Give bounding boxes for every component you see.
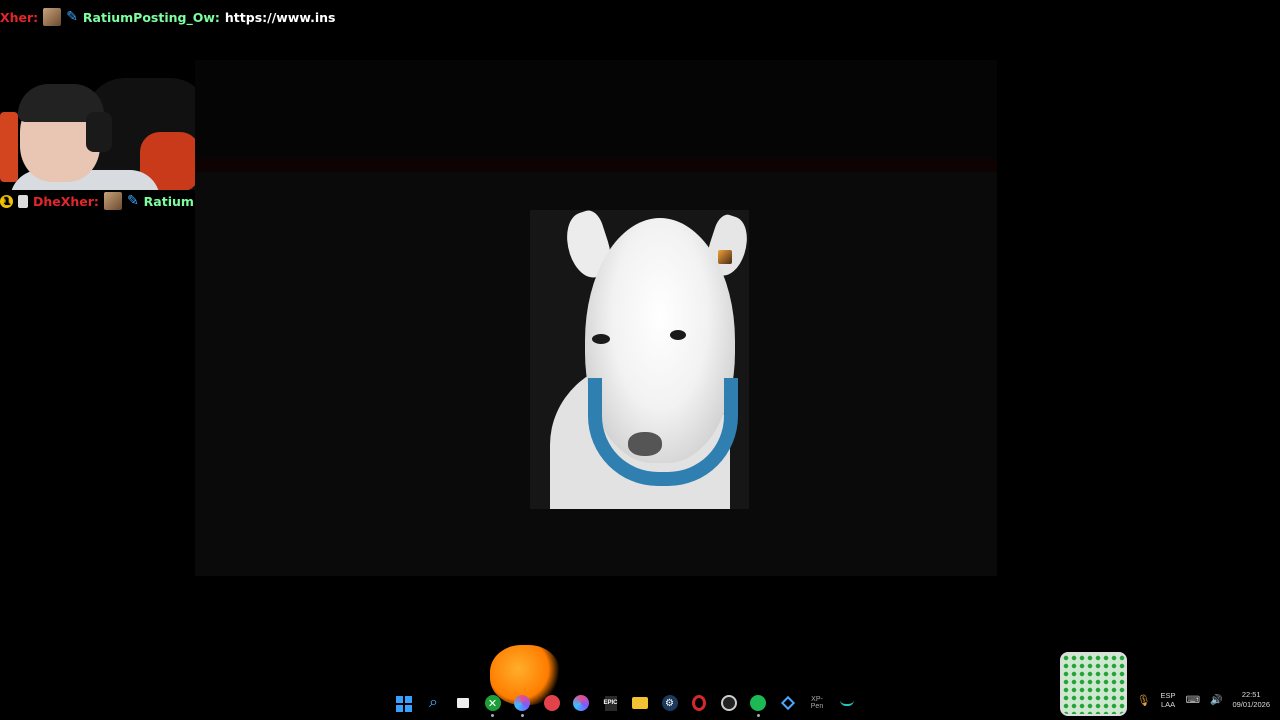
emote-icon bbox=[43, 8, 62, 26]
browser-header bbox=[195, 60, 997, 158]
dog-eye bbox=[670, 330, 686, 340]
pencil-badge-icon: ✎ bbox=[66, 9, 78, 25]
search-icon[interactable]: ⌕ bbox=[423, 692, 445, 714]
spotify-icon[interactable] bbox=[747, 692, 769, 714]
language-indicator[interactable]: ESP LAA bbox=[1161, 691, 1176, 709]
network-icon[interactable]: ⌨ bbox=[1186, 695, 1200, 706]
epic-label: EPIC bbox=[604, 695, 618, 711]
chat-username: RatiumPosting_Ow: bbox=[82, 9, 220, 25]
headset bbox=[86, 112, 112, 152]
keyboard-layout: LAA bbox=[1160, 700, 1176, 709]
obs-icon[interactable] bbox=[718, 692, 740, 714]
clock-date: 09/01/2026 bbox=[1232, 700, 1270, 709]
phone-badge-icon bbox=[18, 194, 28, 208]
steam-icon[interactable]: ⚙ bbox=[659, 692, 681, 714]
xp-pen-icon[interactable]: XP-Pen bbox=[806, 692, 828, 714]
chat-message-text: https://www.ins bbox=[224, 9, 336, 25]
active-indicator bbox=[491, 714, 494, 717]
start-icon[interactable] bbox=[393, 692, 415, 714]
chat-username: Xher: bbox=[0, 9, 39, 25]
browser-toolbar bbox=[195, 158, 997, 172]
file-explorer-icon[interactable] bbox=[629, 692, 651, 714]
chat-username: DheXher: bbox=[33, 193, 99, 209]
active-indicator bbox=[520, 714, 524, 717]
pink-app-icon[interactable] bbox=[570, 692, 592, 714]
emote-icon bbox=[103, 192, 122, 210]
dog-image[interactable] bbox=[530, 210, 749, 509]
wave-app-icon[interactable] bbox=[836, 692, 858, 714]
pencil-badge-icon: ✎ bbox=[126, 193, 139, 209]
taskbar: ⌕ ✕ EPIC ⚙ XP-Pen 🎙 ESP LAA ⌨ 🔊 22:51 09… bbox=[0, 688, 1280, 720]
language-code: ESP bbox=[1160, 691, 1176, 700]
taskbar-apps: ⌕ ✕ EPIC ⚙ XP-Pen bbox=[393, 692, 858, 717]
active-indicator bbox=[756, 714, 760, 717]
epic-games-icon[interactable]: EPIC bbox=[600, 692, 622, 714]
sub-badge-icon: 1 bbox=[0, 194, 13, 208]
opera-icon[interactable] bbox=[688, 692, 710, 714]
dog-nose bbox=[628, 432, 662, 456]
clock-time: 22:51 bbox=[1241, 690, 1261, 699]
diamond-app-icon[interactable] bbox=[777, 692, 799, 714]
task-view-icon[interactable] bbox=[452, 692, 474, 714]
xbox-icon[interactable]: ✕ bbox=[482, 692, 504, 714]
microphone-icon[interactable]: 🎙 bbox=[1137, 694, 1151, 707]
volume-icon[interactable]: 🔊 bbox=[1210, 695, 1222, 706]
xp-pen-label: XP-Pen bbox=[810, 696, 824, 710]
webcam-overlay bbox=[0, 72, 212, 190]
chrome-icon[interactable] bbox=[511, 692, 533, 714]
emote-icon bbox=[718, 250, 732, 264]
chair-accent bbox=[0, 112, 18, 182]
chat-message-top: Xher: ✎ RatiumPosting_Ow: https://www.in… bbox=[0, 8, 335, 26]
clock[interactable]: 22:51 09/01/2026 bbox=[1232, 690, 1270, 710]
system-tray: 🎙 ESP LAA ⌨ 🔊 22:51 09/01/2026 bbox=[1137, 690, 1270, 710]
dog-eye bbox=[592, 334, 610, 344]
red-app-icon[interactable] bbox=[541, 692, 563, 714]
